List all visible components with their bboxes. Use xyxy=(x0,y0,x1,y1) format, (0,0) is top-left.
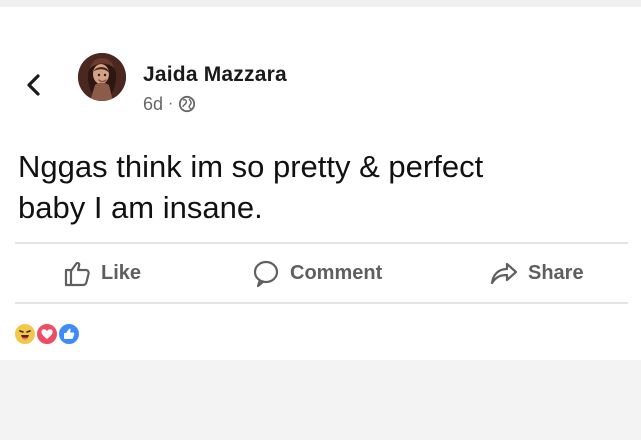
share-arrow-icon xyxy=(489,258,519,288)
speech-bubble-icon xyxy=(251,258,281,288)
like-button[interactable]: Like xyxy=(62,258,141,288)
share-button[interactable]: Share xyxy=(489,258,584,288)
meta-separator: · xyxy=(168,95,174,112)
haha-reaction-icon xyxy=(13,322,37,346)
post-text: Nggas think im so pretty & perfect baby … xyxy=(18,149,484,225)
avatar[interactable] xyxy=(78,53,126,101)
like-reaction-icon xyxy=(57,322,81,346)
comment-button[interactable]: Comment xyxy=(251,258,382,288)
globe-icon[interactable] xyxy=(178,95,196,113)
back-button[interactable] xyxy=(22,70,46,100)
action-bottom-divider xyxy=(15,302,628,304)
facebook-post-card: Jaida Mazzara 6d · Nggas think im so pre… xyxy=(0,0,641,360)
post-meta: 6d · xyxy=(143,94,196,114)
comment-label: Comment xyxy=(290,261,383,284)
reaction-summary[interactable] xyxy=(13,322,93,346)
share-label: Share xyxy=(528,261,584,284)
like-label: Like xyxy=(101,261,142,284)
action-top-divider xyxy=(15,242,628,244)
post-time[interactable]: 6d xyxy=(143,94,163,115)
author-name[interactable]: Jaida Mazzara xyxy=(143,63,287,87)
love-reaction-icon xyxy=(35,322,59,346)
profile-photo-icon xyxy=(78,53,126,101)
chevron-left-icon xyxy=(27,74,40,96)
top-separator-line xyxy=(0,0,641,7)
thumb-up-icon xyxy=(62,258,92,288)
